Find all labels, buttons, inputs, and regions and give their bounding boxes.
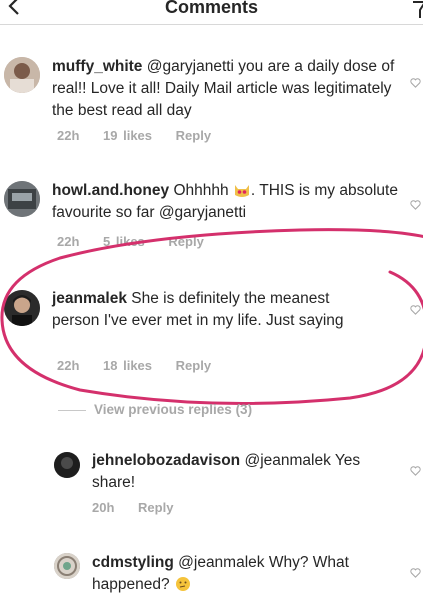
reply-username[interactable]: cdmstyling	[92, 554, 174, 571]
reply-button[interactable]: Reply	[138, 500, 173, 515]
view-previous-replies[interactable]: View previous replies (3)	[58, 402, 252, 417]
divider	[58, 409, 86, 411]
comment-username[interactable]: muffy_white	[52, 58, 142, 75]
comment-body-start: Ohhhhh	[173, 182, 229, 199]
reply-time: 20h	[92, 500, 115, 515]
avatar[interactable]	[4, 57, 40, 93]
like-heart-icon[interactable]	[410, 568, 421, 578]
reply-meta: 20h Reply	[92, 500, 191, 515]
comment-likes[interactable]: 5 likes	[103, 234, 145, 249]
thinking-face-emoji-icon	[175, 577, 190, 591]
avatar[interactable]	[54, 553, 80, 579]
reply-username[interactable]: jehnelobozadavison	[92, 452, 240, 469]
comment-meta: 22h 18 likes Reply	[57, 358, 229, 373]
comment-time: 22h	[57, 358, 80, 373]
comment-username[interactable]: jeanmalek	[52, 290, 127, 307]
avatar[interactable]	[4, 290, 40, 326]
comments-header: Comments	[0, 0, 423, 25]
comment-meta: 22h 5 likes Reply	[57, 234, 222, 249]
comment-time: 22h	[57, 234, 80, 249]
like-heart-icon[interactable]	[410, 78, 421, 88]
comment-text: howl.and.honey Ohhhhh . THIS is my absol…	[52, 180, 402, 224]
avatar[interactable]	[4, 181, 40, 217]
reply-button[interactable]: Reply	[176, 128, 211, 143]
like-heart-icon[interactable]	[410, 466, 421, 476]
comment-text: jeanmalek She is definitely the meanest …	[52, 288, 372, 332]
page-title: Comments	[164, 0, 258, 17]
view-previous-label: View previous replies (3)	[94, 402, 253, 417]
comment-likes[interactable]: 19 likes	[103, 128, 152, 143]
comment-meta: 22h 19 likes Reply	[57, 128, 229, 143]
avatar[interactable]	[54, 452, 80, 478]
comment-text: muffy_white @garyjanetti you are a daily…	[52, 56, 402, 122]
like-heart-icon[interactable]	[410, 305, 421, 315]
direct-share-icon[interactable]	[411, 0, 423, 22]
cat-heart-eyes-emoji-icon	[234, 185, 249, 197]
reply-button[interactable]: Reply	[168, 234, 203, 249]
comment-username[interactable]: howl.and.honey	[52, 182, 169, 199]
reply-button[interactable]: Reply	[176, 358, 211, 373]
comment-likes[interactable]: 18 likes	[103, 358, 152, 373]
reply-text: jehnelobozadavison @jeanmalek Yes share!	[92, 450, 392, 494]
like-heart-icon[interactable]	[410, 200, 421, 210]
comment-time: 22h	[57, 128, 80, 143]
reply-text: cdmstyling @jeanmalek Why? What happened…	[92, 552, 402, 596]
